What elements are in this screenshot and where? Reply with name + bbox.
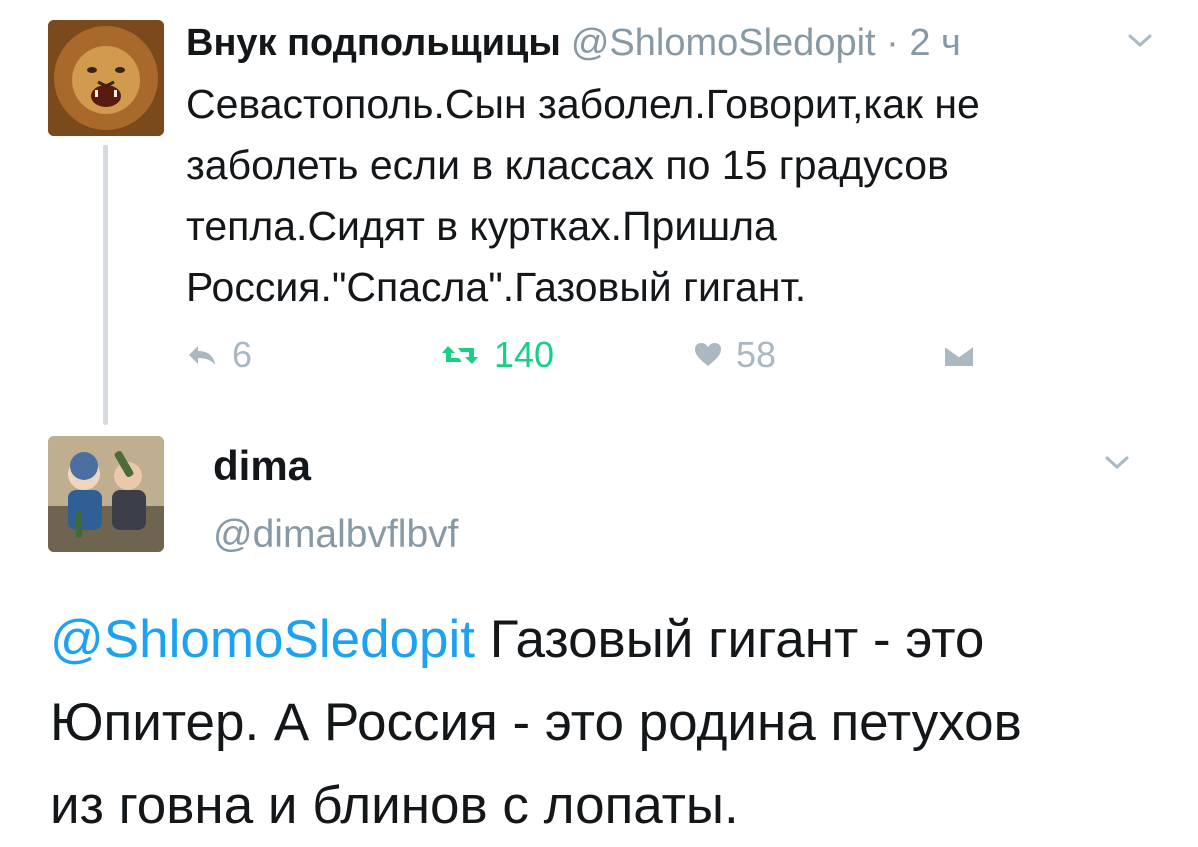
reply-button[interactable]: 6 xyxy=(186,334,252,376)
tweet1-meta[interactable]: @ShlomoSledopit · 2 ч xyxy=(571,22,961,64)
tweet2-text-line: Юпитер. А Россия - это родина петухов xyxy=(50,693,1022,752)
retweet-count: 140 xyxy=(494,334,555,375)
lion-avatar-icon xyxy=(48,20,164,136)
reply-count: 6 xyxy=(232,334,253,375)
heart-icon xyxy=(695,343,721,366)
like-button[interactable]: 58 xyxy=(694,334,776,376)
tweet1-menu-chevron[interactable] xyxy=(1126,30,1154,52)
tweet1-text: Севастополь.Сын заболел.Говорит,как не з… xyxy=(186,74,1146,318)
tweet2-text: @ShlomoSledopit Газовый гигант - это Юпи… xyxy=(50,598,1150,847)
reply-icon xyxy=(189,346,215,365)
tweet1-text-line: Севастополь.Сын заболел.Говорит,как не xyxy=(186,81,980,127)
retweet-button[interactable]: 140 xyxy=(440,334,554,376)
direct-message-icon xyxy=(944,345,974,366)
tweet1-header: Внук подпольщицы @ShlomoSledopit · 2 ч xyxy=(186,20,961,66)
retweet-icon xyxy=(442,346,478,364)
tweet2-menu-chevron[interactable] xyxy=(1103,452,1131,474)
like-count: 58 xyxy=(736,334,777,375)
avatar-kids[interactable] xyxy=(48,436,164,552)
mention-link[interactable]: @ShlomoSledopit xyxy=(50,610,475,669)
direct-message-button[interactable] xyxy=(944,344,974,368)
chevron-down-icon xyxy=(1105,456,1129,470)
tweet2-display-name[interactable]: dima xyxy=(213,440,311,492)
tweet2-text-line: @ShlomoSledopit Газовый гигант - это xyxy=(50,598,1150,681)
tweet2-handle[interactable]: @dimalbvflbvf xyxy=(213,510,459,560)
tweet2-text-segment: Газовый гигант - это xyxy=(475,610,985,669)
tweet1-text-line: тепла.Сидят в куртках.Пришла xyxy=(186,203,777,249)
tweet1-display-name[interactable]: Внук подпольщицы xyxy=(186,22,561,64)
tweet2-text-line: из говна и блинов с лопаты. xyxy=(50,776,739,835)
kids-avatar-icon xyxy=(48,436,164,552)
avatar-lion[interactable] xyxy=(48,20,164,136)
chevron-down-icon xyxy=(1128,34,1152,48)
tweet1-text-line: заболеть если в классах по 15 градусов xyxy=(186,142,949,188)
tweet1-actions: 6 140 58 xyxy=(0,334,1198,384)
tweet1-text-line: Россия."Спасла".Газовый гигант. xyxy=(186,264,807,310)
